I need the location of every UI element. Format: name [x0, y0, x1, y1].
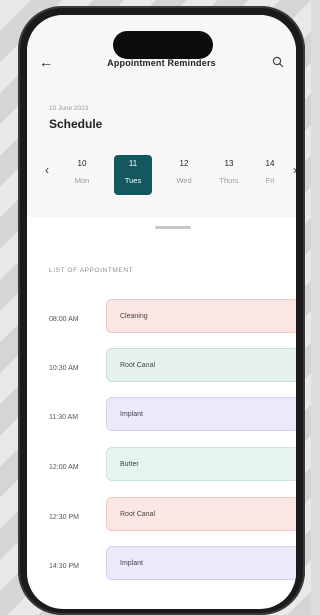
- search-icon[interactable]: [272, 56, 284, 68]
- day-number: 11: [128, 159, 138, 168]
- day-name: Tues: [124, 176, 142, 185]
- appointment-card[interactable]: Cleaning: [106, 299, 296, 333]
- schedule-title: Schedule: [49, 117, 103, 131]
- chevron-left-icon[interactable]: ‹: [45, 163, 49, 177]
- appointment-card[interactable]: Root Canal: [106, 497, 296, 531]
- dynamic-island: [113, 31, 213, 59]
- page-title: Appointment Reminders: [107, 58, 216, 68]
- day-11-selected[interactable]: 11 Tues: [114, 155, 152, 195]
- day-13[interactable]: 13 Thurs: [210, 155, 248, 195]
- chevron-right-icon[interactable]: ›: [293, 163, 296, 177]
- day-12[interactable]: 12 Wed: [165, 155, 203, 195]
- phone-screen: ← Appointment Reminders 10 June 2023 Sch…: [27, 15, 296, 609]
- day-number: 10: [77, 159, 87, 168]
- day-name: Fri: [265, 176, 275, 185]
- day-number: 13: [224, 159, 234, 168]
- day-number: 12: [179, 159, 189, 168]
- day-name: Wed: [176, 176, 192, 185]
- appointment-card[interactable]: Implant: [106, 546, 296, 580]
- phone-frame: ← Appointment Reminders 10 June 2023 Sch…: [18, 6, 305, 615]
- arrow-left-icon[interactable]: ←: [39, 54, 55, 70]
- day-14[interactable]: 14 Fri: [251, 155, 289, 195]
- day-number: 14: [265, 159, 275, 168]
- day-name: Thurs: [219, 176, 239, 185]
- schedule-date: 10 June 2023: [49, 105, 89, 112]
- appointment-card[interactable]: Root Canal: [106, 348, 296, 382]
- sheet-handle[interactable]: [155, 226, 191, 229]
- day-10[interactable]: 10 Mon: [63, 155, 101, 195]
- appointment-card[interactable]: Butter: [106, 447, 296, 481]
- appointment-card[interactable]: Implant: [106, 397, 296, 431]
- day-name: Mon: [74, 176, 90, 185]
- list-title: LIST OF APPOINTMENT: [49, 267, 134, 274]
